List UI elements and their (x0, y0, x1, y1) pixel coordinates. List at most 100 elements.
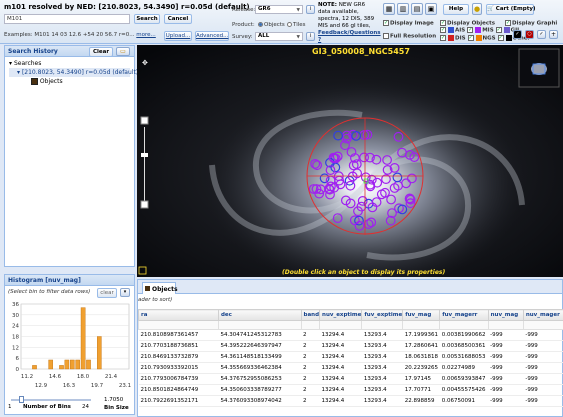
display-image-check-icon[interactable]: ✓ (383, 20, 389, 26)
display-objects-check-icon[interactable]: ✓ (440, 20, 446, 26)
graphics-black-icon[interactable]: ✓ (513, 30, 522, 39)
display-image-toggle[interactable]: ✓ Display Image (383, 20, 434, 27)
column-header-band[interactable]: band (300, 309, 321, 321)
lightbulb-icon[interactable]: ● (472, 3, 482, 15)
zoom-slider-handle[interactable] (141, 153, 148, 157)
column-header-fuv-mag[interactable]: fuv_mag (402, 309, 441, 321)
more-link[interactable]: more... (136, 32, 156, 38)
pan-arrows-icon[interactable]: ✥ (142, 59, 148, 67)
histogram-bar[interactable] (48, 359, 53, 370)
filter-cell[interactable] (402, 320, 441, 330)
zoom-in-icon[interactable] (140, 116, 149, 125)
histogram-clear-button[interactable]: clear (97, 288, 117, 298)
column-header-nuv-exptime[interactable]: nuv_exptime (319, 309, 363, 321)
mis-check-icon[interactable]: ✓ (467, 27, 474, 33)
image-tool-icon[interactable]: ▦ (383, 3, 395, 15)
ais-check-icon[interactable]: ✓ (440, 27, 446, 33)
y-tick-label: 24 (12, 324, 19, 330)
chart-tool-icon[interactable]: ▥ (397, 3, 409, 15)
tree-objects-item[interactable]: Objects (9, 77, 130, 86)
filter-cell[interactable] (319, 320, 363, 330)
radio-tiles-icon[interactable] (287, 22, 292, 27)
histogram-bar[interactable] (32, 365, 37, 370)
histogram-bar[interactable] (64, 359, 70, 370)
column-header-fuv-exptime[interactable]: fuv_exptime (361, 309, 404, 321)
histogram-bar[interactable] (69, 359, 75, 370)
advanced-button[interactable]: Advanced... (195, 31, 229, 41)
product-option-objects[interactable]: Objects (258, 22, 285, 28)
tree-search-item[interactable]: ▾ [210.8023, 54.3490] r=0.05d (default) (9, 68, 138, 77)
product-option-tiles[interactable]: Tiles (287, 22, 306, 28)
table-row[interactable]: 210.8469133732879 54.361148518133499 2 1329… (138, 351, 563, 363)
other-check-icon[interactable]: ✓ (497, 35, 504, 41)
cart-button[interactable]: 🛒 Cart (Empty) (486, 4, 535, 15)
bin-size-value[interactable]: 1.7050 (104, 397, 123, 403)
histogram-bar[interactable] (59, 365, 64, 370)
sky-image[interactable]: ✥ (137, 45, 563, 277)
graphics-plus-icon[interactable]: + (549, 30, 558, 39)
examples-text[interactable]: M101 14 03 12.6 +54 20 56.7 r=0... (34, 32, 134, 38)
survey-select[interactable]: ALL (255, 32, 303, 41)
filter-cell[interactable] (522, 320, 563, 330)
filter-row[interactable] (138, 320, 563, 330)
table-cell: 210.7793006784739 (138, 373, 219, 385)
column-header-nuv-mag[interactable]: nuv_mag (487, 309, 524, 321)
release-select[interactable]: GR6 (255, 5, 303, 14)
radio-objects-icon[interactable] (258, 22, 263, 27)
filter-cell[interactable] (439, 320, 489, 330)
filter-cell[interactable] (138, 320, 219, 330)
tree-root[interactable]: ▾ Searches (9, 59, 130, 68)
table-cell: 54.376752955086253 (218, 373, 302, 385)
sort-hint: ader to sort) (138, 297, 173, 303)
histogram-settings-icon[interactable]: ▾ (120, 288, 130, 297)
expand-icon[interactable]: ▾ (17, 69, 20, 76)
table-tool-icon[interactable]: ▤ (411, 3, 423, 15)
column-header-fuv-magerr[interactable]: fuv_magerr (439, 309, 489, 321)
release-info-icon[interactable]: i (306, 5, 315, 14)
histogram-bar[interactable] (86, 359, 91, 370)
history-clear-button[interactable]: Clear (89, 47, 113, 57)
table-row[interactable]: 210.7703188736851 54.395222646397947 2 1329… (138, 340, 563, 352)
table-row[interactable]: 210.7793006784739 54.376752955086253 2 1329… (138, 373, 563, 385)
ngs-check-icon[interactable]: ✓ (467, 35, 474, 41)
image-viewer[interactable]: ✥ GI3_050008_NGC5457 (Double click an ob… (137, 45, 563, 277)
filter-cell[interactable] (361, 320, 404, 330)
graphics-cross-icon[interactable]: ✓ (537, 30, 546, 39)
display-graphics-check-icon[interactable]: ✓ (505, 20, 511, 26)
table-row[interactable]: 210.7930933392015 54.355669336462384 2 1329… (138, 362, 563, 374)
table-row[interactable]: 210.7922691352171 54.376093308974042 2 1329… (138, 395, 563, 407)
table-row[interactable]: 210.8501824864749 54.350603338789277 2 1329… (138, 384, 563, 396)
filter-cell[interactable] (487, 320, 524, 330)
filter-cell[interactable] (300, 320, 321, 330)
feedback-link[interactable]: Feedback/Questions ? (318, 30, 381, 43)
histogram-bar[interactable] (75, 359, 80, 370)
display-objects-toggle[interactable]: ✓ Display Objects (440, 20, 495, 27)
cancel-button[interactable]: Cancel (164, 14, 192, 24)
layout-tool-icon[interactable]: ▣ (425, 3, 437, 15)
search-input[interactable]: M101 (4, 14, 130, 24)
collapse-icon[interactable]: ▾ (9, 60, 12, 67)
survey-info-icon[interactable]: i (306, 32, 315, 41)
table-row[interactable]: 210.8108987361457 54.304741245312783 2 1329… (138, 329, 563, 341)
full-resolution-toggle[interactable]: Full Resolution (383, 33, 436, 40)
histogram-bar[interactable] (80, 307, 86, 370)
display-graphics-toggle[interactable]: ✓ Display Graphi (505, 20, 557, 27)
full-resolution-check-icon[interactable] (383, 33, 389, 39)
search-button[interactable]: Search (134, 14, 160, 24)
graphics-red-icon[interactable]: ○ (525, 30, 534, 39)
objects-tab[interactable]: Objects (142, 282, 178, 294)
zoom-out-icon[interactable] (140, 200, 149, 209)
column-header-ra[interactable]: ra (138, 309, 219, 321)
dis-check-icon[interactable]: ✓ (440, 35, 446, 41)
table-cell: 0.00455575426 (439, 384, 489, 396)
folder-icon[interactable]: ▭ (116, 47, 130, 56)
table-cell: 13293.4 (361, 340, 403, 352)
filter-cell[interactable] (217, 320, 302, 330)
upload-button[interactable]: Upload... (164, 31, 192, 41)
bins-slider-handle[interactable] (19, 396, 24, 403)
gii-check-icon[interactable]: ✓ (495, 27, 502, 33)
help-button[interactable]: Help (443, 4, 469, 15)
column-header-nuv-mager[interactable]: nuv_mager (522, 309, 563, 321)
histogram-bar[interactable] (96, 336, 102, 370)
column-header-dec[interactable]: dec (217, 309, 302, 321)
